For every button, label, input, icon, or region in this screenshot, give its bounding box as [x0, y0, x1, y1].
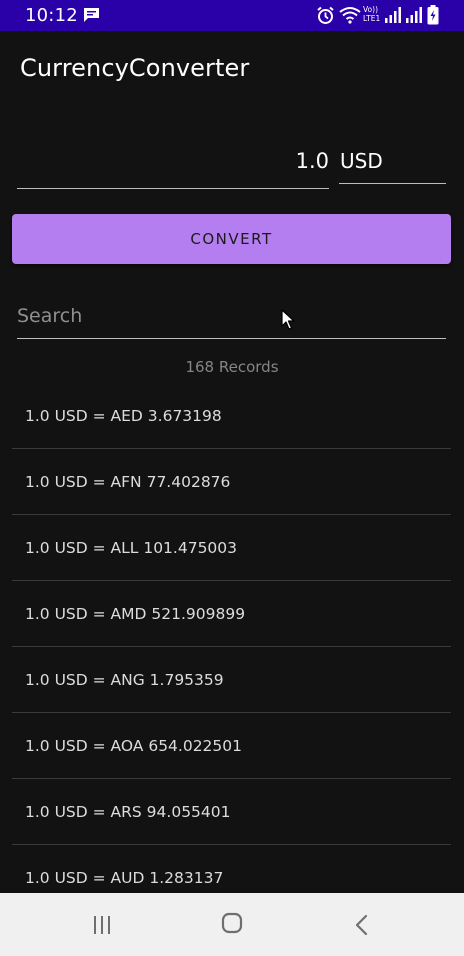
currency-input[interactable]: USD — [339, 140, 446, 184]
list-item[interactable]: 1.0 USD = AFN 77.402876 — [12, 449, 451, 515]
list-item[interactable]: 1.0 USD = ALL 101.475003 — [12, 515, 451, 581]
alarm-icon — [317, 6, 334, 24]
records-count: 168 Records — [185, 358, 279, 376]
message-icon — [84, 8, 99, 22]
recents-icon[interactable] — [92, 915, 112, 935]
volte-label-top: Vo)) — [363, 5, 378, 14]
search-field[interactable] — [17, 296, 446, 339]
list-item[interactable]: 1.0 USD = ARS 94.055401 — [12, 779, 451, 845]
mouse-cursor-icon — [281, 309, 295, 330]
search-input[interactable] — [17, 300, 446, 332]
currency-value: USD — [340, 149, 383, 173]
wifi-icon — [339, 7, 361, 24]
back-icon[interactable] — [354, 914, 370, 936]
app-title: CurrencyConverter — [20, 54, 250, 82]
home-icon[interactable] — [221, 912, 243, 934]
battery-icon — [427, 5, 439, 25]
rate-text: 1.0 USD = AUD 1.283137 — [25, 869, 224, 883]
convert-button[interactable]: CONVERT — [12, 214, 451, 264]
rate-text: 1.0 USD = AFN 77.402876 — [25, 473, 231, 491]
rate-text: 1.0 USD = AED 3.673198 — [25, 407, 222, 425]
status-bar: 10:12 Vo)) LTE1 — [0, 0, 464, 31]
status-time: 10:12 — [25, 5, 78, 26]
volte-label-bottom: LTE1 — [363, 14, 381, 23]
signal-icon — [406, 7, 422, 23]
list-item[interactable]: 1.0 USD = AED 3.673198 — [12, 383, 451, 449]
navigation-bar — [0, 893, 464, 956]
rate-text: 1.0 USD = ANG 1.795359 — [25, 671, 224, 689]
list-item[interactable]: 1.0 USD = AOA 654.022501 — [12, 713, 451, 779]
amount-value: 1.0 — [295, 149, 329, 173]
rate-text: 1.0 USD = ARS 94.055401 — [25, 803, 231, 821]
list-item[interactable]: 1.0 USD = ANG 1.795359 — [12, 647, 451, 713]
list-item[interactable]: 1.0 USD = AUD 1.283137 — [12, 845, 451, 883]
list-item[interactable]: 1.0 USD = AMD 521.909899 — [12, 581, 451, 647]
signal-icon — [385, 7, 401, 23]
rate-text: 1.0 USD = AOA 654.022501 — [25, 737, 243, 755]
rate-text: 1.0 USD = AMD 521.909899 — [25, 605, 246, 623]
rate-text: 1.0 USD = ALL 101.475003 — [25, 539, 238, 557]
amount-input[interactable]: 1.0 — [17, 140, 329, 189]
rates-list: 1.0 USD = AED 3.673198 1.0 USD = AFN 77.… — [12, 383, 451, 883]
volte-icon: Vo)) LTE1 — [363, 5, 383, 27]
